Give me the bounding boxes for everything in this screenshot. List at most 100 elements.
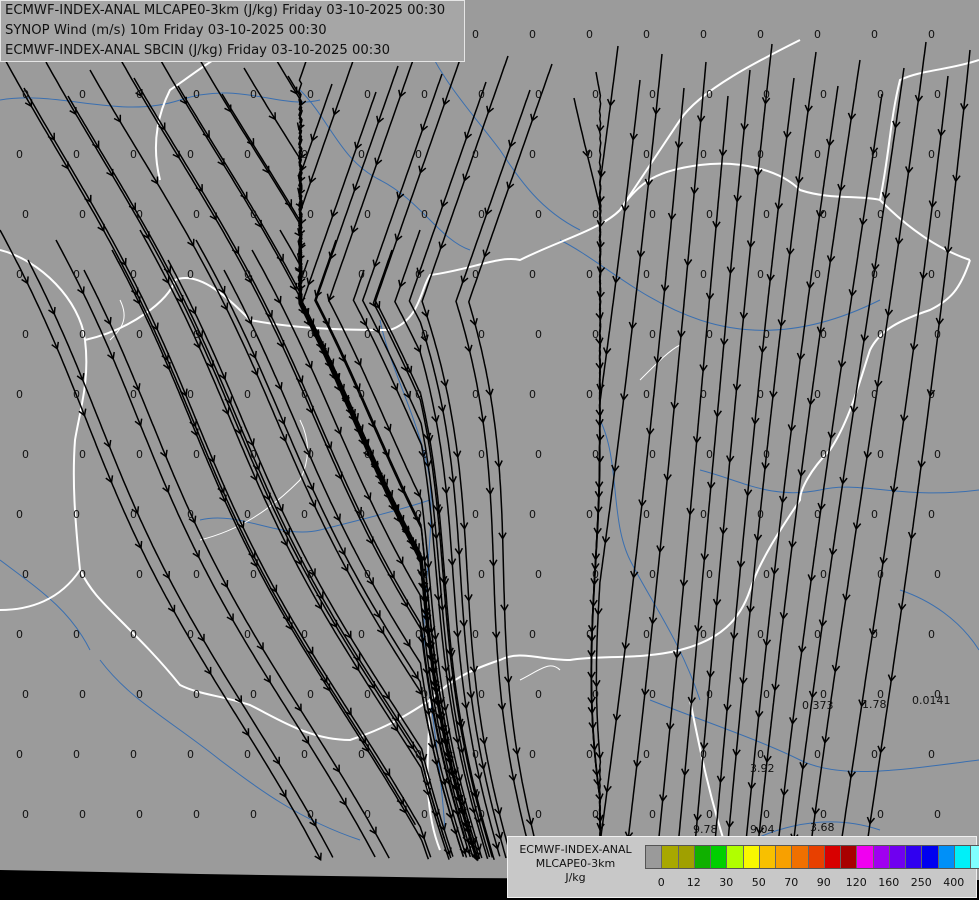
zero-value-label: 0 bbox=[592, 88, 599, 101]
zero-value-label: 0 bbox=[250, 88, 257, 101]
zero-value-label: 0 bbox=[421, 808, 428, 821]
zero-value-label: 0 bbox=[301, 148, 308, 161]
zero-value-label: 0 bbox=[358, 508, 365, 521]
zero-value-label: 0 bbox=[592, 688, 599, 701]
zero-value-label: 0 bbox=[250, 808, 257, 821]
zero-value-label: 0 bbox=[706, 328, 713, 341]
zero-value-label: 0 bbox=[16, 388, 23, 401]
zero-value-label: 0 bbox=[79, 208, 86, 221]
zero-value-label: 0 bbox=[757, 148, 764, 161]
header-line-wind: SYNOP Wind (m/s) 10m Friday 03-10-2025 0… bbox=[5, 23, 327, 38]
zero-value-label: 0 bbox=[358, 388, 365, 401]
zero-value-label: 0 bbox=[586, 628, 593, 641]
zero-value-label: 0 bbox=[301, 268, 308, 281]
zero-value-label: 0 bbox=[877, 88, 884, 101]
zero-value-label: 0 bbox=[535, 448, 542, 461]
zero-value-label: 0 bbox=[586, 28, 593, 41]
zero-value-label: 0 bbox=[358, 268, 365, 281]
zero-value-label: 0 bbox=[877, 208, 884, 221]
zero-value-label: 0 bbox=[478, 208, 485, 221]
zero-value-label: 0 bbox=[421, 88, 428, 101]
map-background bbox=[0, 0, 979, 900]
zero-value-label: 0 bbox=[364, 88, 371, 101]
zero-value-label: 0 bbox=[820, 208, 827, 221]
zero-value-label: 0 bbox=[820, 328, 827, 341]
zero-value-label: 0 bbox=[472, 748, 479, 761]
zero-value-label: 0 bbox=[814, 388, 821, 401]
zero-value-label: 0 bbox=[193, 568, 200, 581]
zero-value-label: 0 bbox=[130, 148, 137, 161]
zero-value-label: 0 bbox=[934, 88, 941, 101]
zero-value-label: 0 bbox=[535, 208, 542, 221]
zero-value-label: 0 bbox=[706, 688, 713, 701]
zero-value-label: 0 bbox=[187, 508, 194, 521]
zero-value-label: 0 bbox=[244, 748, 251, 761]
zero-value-label: 0 bbox=[763, 688, 770, 701]
zero-value-label: 0 bbox=[136, 688, 143, 701]
zero-value-label: 0 bbox=[472, 268, 479, 281]
legend-swatch bbox=[841, 846, 858, 868]
zero-value-label: 0 bbox=[643, 28, 650, 41]
color-legend: ECMWF-INDEX-ANAL MLCAPE0-3km J/kg 0 12 30 5… bbox=[507, 836, 979, 898]
zero-value-label: 0 bbox=[415, 388, 422, 401]
zero-value-label: 0 bbox=[649, 568, 656, 581]
zero-value-label: 0 bbox=[472, 28, 479, 41]
zero-value-label: 0 bbox=[643, 388, 650, 401]
zero-value-label: 0 bbox=[643, 148, 650, 161]
zero-value-label: 0 bbox=[871, 628, 878, 641]
zero-value-label: 0 bbox=[478, 568, 485, 581]
zero-value-label: 0 bbox=[364, 208, 371, 221]
zero-value-label: 0 bbox=[250, 688, 257, 701]
zero-value-label: 0 bbox=[79, 328, 86, 341]
zero-value-label: 0 bbox=[586, 388, 593, 401]
zero-value-label: 0 bbox=[706, 88, 713, 101]
zero-value-label: 0 bbox=[592, 808, 599, 821]
zero-value-label: 0 bbox=[79, 448, 86, 461]
value-label: 0.373 bbox=[802, 699, 834, 712]
zero-value-label: 0 bbox=[79, 88, 86, 101]
zero-value-label: 0 bbox=[193, 808, 200, 821]
zero-value-label: 0 bbox=[643, 748, 650, 761]
zero-value-label: 0 bbox=[820, 88, 827, 101]
legend-tick-label: 160 bbox=[878, 876, 900, 889]
zero-value-label: 0 bbox=[187, 148, 194, 161]
zero-value-label: 0 bbox=[814, 268, 821, 281]
legend-swatch bbox=[646, 846, 663, 868]
zero-value-label: 0 bbox=[700, 148, 707, 161]
zero-value-label: 0 bbox=[472, 148, 479, 161]
zero-value-label: 0 bbox=[73, 508, 80, 521]
zero-value-label: 0 bbox=[421, 448, 428, 461]
zero-value-label: 0 bbox=[649, 448, 656, 461]
zero-value-label: 0 bbox=[706, 208, 713, 221]
zero-value-label: 0 bbox=[250, 208, 257, 221]
zero-value-label: 0 bbox=[529, 268, 536, 281]
zero-value-label: 0 bbox=[307, 88, 314, 101]
zero-value-label: 0 bbox=[478, 88, 485, 101]
value-label: 9.04 bbox=[750, 823, 775, 836]
legend-swatch bbox=[922, 846, 939, 868]
legend-tick-label: 0 bbox=[657, 876, 665, 889]
zero-value-label: 0 bbox=[136, 808, 143, 821]
zero-value-label: 0 bbox=[415, 748, 422, 761]
zero-value-label: 0 bbox=[358, 148, 365, 161]
zero-value-label: 0 bbox=[136, 568, 143, 581]
zero-value-label: 0 bbox=[814, 148, 821, 161]
zero-value-label: 0 bbox=[820, 568, 827, 581]
zero-value-label: 0 bbox=[130, 268, 137, 281]
header-line-cape: ECMWF-INDEX-ANAL MLCAPE0-3km (J/kg) Frid… bbox=[5, 3, 446, 18]
zero-value-label: 0 bbox=[307, 688, 314, 701]
zero-value-label: 0 bbox=[415, 628, 422, 641]
zero-value-label: 0 bbox=[130, 628, 137, 641]
zero-value-label: 0 bbox=[763, 328, 770, 341]
zero-value-label: 0 bbox=[820, 808, 827, 821]
zero-value-label: 0 bbox=[421, 688, 428, 701]
zero-value-label: 0 bbox=[535, 808, 542, 821]
legend-swatch bbox=[678, 846, 695, 868]
zero-value-label: 0 bbox=[79, 568, 86, 581]
zero-value-label: 0 bbox=[643, 508, 650, 521]
header-line-cin: ECMWF-INDEX-ANAL SBCIN (J/kg) Friday 03-… bbox=[5, 43, 390, 58]
zero-value-label: 0 bbox=[934, 808, 941, 821]
zero-value-label: 0 bbox=[307, 808, 314, 821]
zero-value-label: 0 bbox=[73, 748, 80, 761]
zero-value-label: 0 bbox=[250, 448, 257, 461]
